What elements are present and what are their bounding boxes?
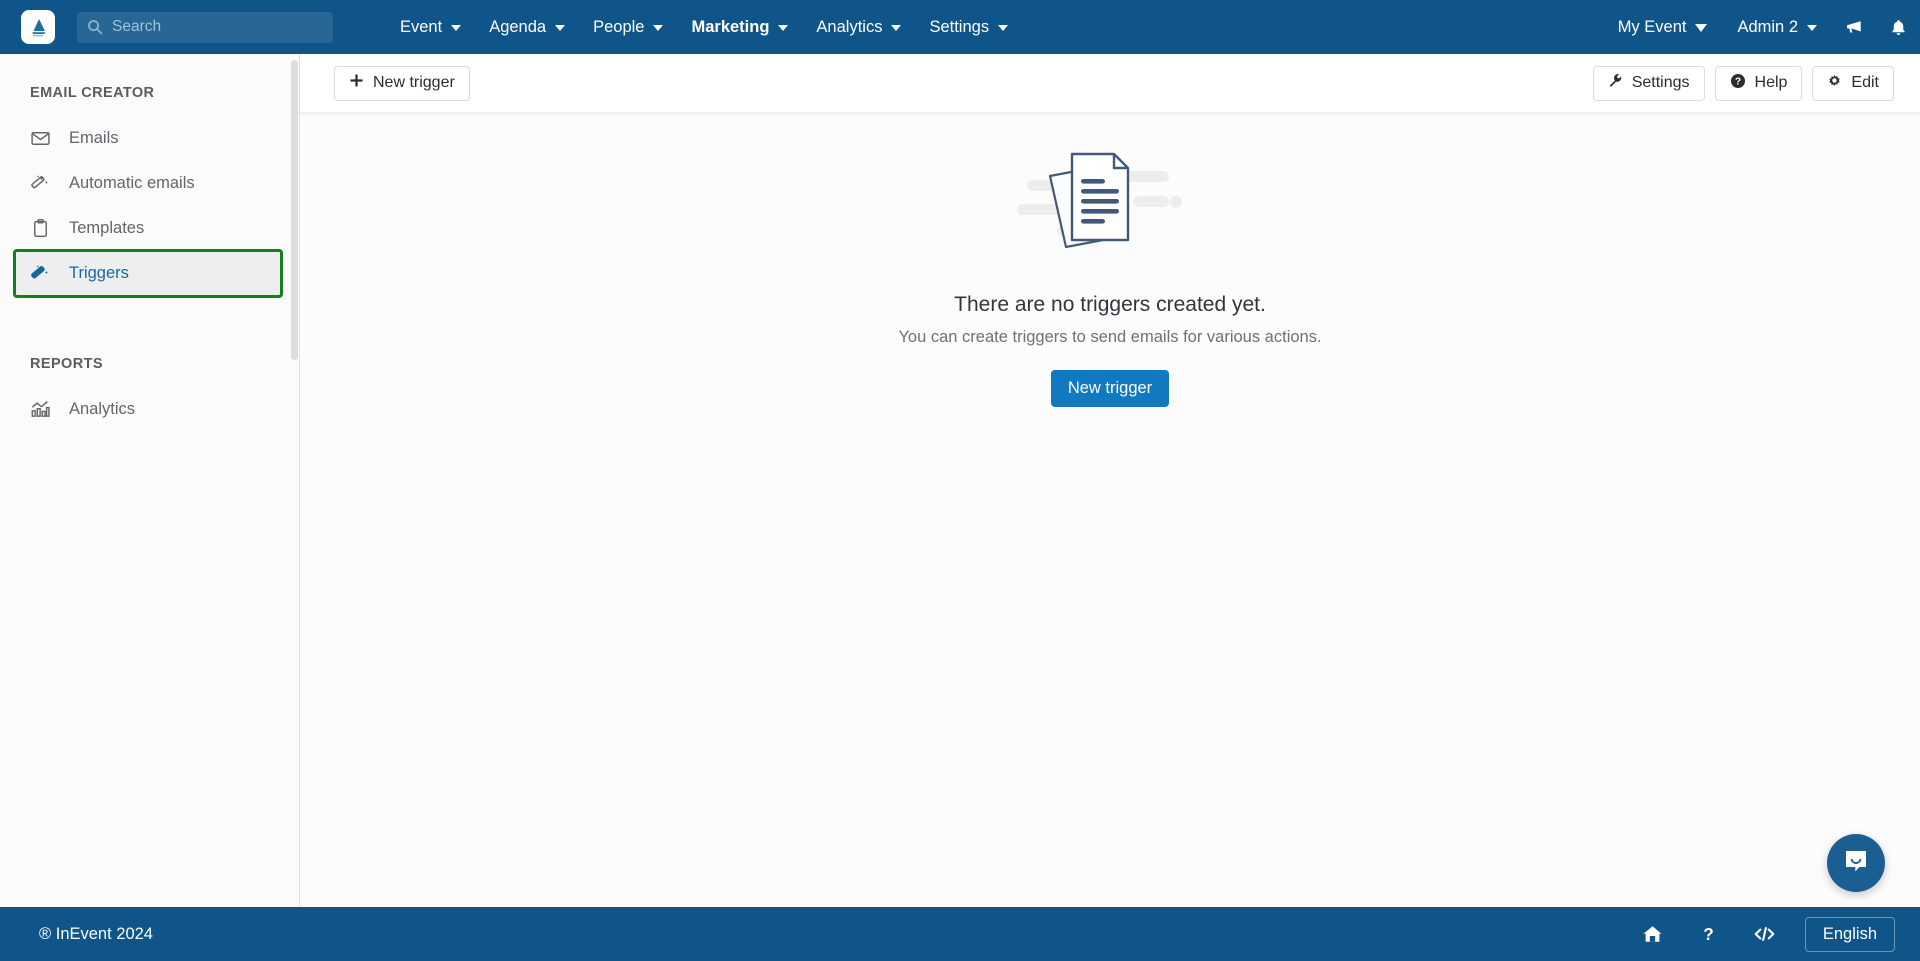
event-selector[interactable]: My Event <box>1603 0 1723 54</box>
bar-chart-icon <box>29 399 51 420</box>
nav-item-event[interactable]: Event <box>386 0 475 54</box>
nav-item-label: Marketing <box>691 17 770 36</box>
chevron-down-icon <box>1807 25 1817 31</box>
chevron-down-icon <box>891 25 902 31</box>
top-navigation-right: My Event Admin 2 <box>1603 0 1920 54</box>
sidebar-item-emails[interactable]: Emails <box>0 116 299 161</box>
sidebar-section-heading: REPORTS <box>30 356 103 372</box>
empty-state-new-trigger-button[interactable]: New trigger <box>1050 370 1170 407</box>
account-menu[interactable]: Admin 2 <box>1722 0 1832 54</box>
nav-item-marketing[interactable]: Marketing <box>677 0 802 54</box>
nav-item-analytics[interactable]: Analytics <box>802 0 915 54</box>
chevron-down-icon <box>451 25 462 31</box>
sidebar-scrollbar[interactable] <box>291 60 298 360</box>
chat-bubble-icon <box>1841 846 1871 881</box>
sidebar-section-email-creator: Emails Automatic emails Templates Trigge… <box>0 116 299 298</box>
top-navigation-bar: Event Agenda People Marketing Analytics … <box>0 0 1920 54</box>
chevron-down-icon <box>778 25 789 31</box>
sidebar-item-label: Triggers <box>69 264 129 282</box>
nav-item-label: Analytics <box>816 17 883 36</box>
svg-text:?: ? <box>1704 924 1715 944</box>
plus-icon <box>349 73 364 93</box>
chevron-down-icon <box>653 25 664 31</box>
empty-state-title: There are no triggers created yet. <box>954 293 1266 316</box>
sidebar-item-label: Analytics <box>69 400 136 418</box>
empty-state-subtitle: You can create triggers to send emails f… <box>898 328 1322 346</box>
nav-item-people[interactable]: People <box>579 0 677 54</box>
chat-launcher-button[interactable] <box>1827 834 1885 892</box>
gear-icon <box>1827 73 1842 93</box>
footer: ® InEvent 2024 ? English <box>0 907 1920 961</box>
chevron-down-icon <box>555 25 566 31</box>
bell-icon[interactable] <box>1876 0 1920 54</box>
question-mark-icon[interactable]: ? <box>1681 907 1737 961</box>
language-selector[interactable]: English <box>1804 916 1895 952</box>
sidebar-item-analytics[interactable]: Analytics <box>0 387 299 432</box>
sidebar-item-label: Automatic emails <box>69 174 195 192</box>
help-button[interactable]: ? Help <box>1714 65 1803 101</box>
toolbar-actions: Settings ? Help Edit <box>1592 65 1894 101</box>
main-content: There are no triggers created yet. You c… <box>300 112 1920 907</box>
nav-item-label: Event <box>400 17 443 36</box>
clipboard-icon <box>29 218 51 239</box>
event-selector-label: My Event <box>1617 17 1687 36</box>
new-trigger-button[interactable]: New trigger <box>334 65 470 101</box>
help-button-label: Help <box>1754 74 1788 91</box>
sidebar-item-automatic-emails[interactable]: Automatic emails <box>0 161 299 206</box>
nav-item-label: People <box>593 17 645 36</box>
content-toolbar: New trigger Settings ? Help Edit <box>300 54 1920 112</box>
nav-item-label: Settings <box>929 17 990 36</box>
account-menu-label: Admin 2 <box>1737 17 1798 36</box>
inevent-logo-icon[interactable] <box>21 10 55 44</box>
wrench-icon <box>1608 73 1623 93</box>
edit-button[interactable]: Edit <box>1812 65 1894 101</box>
main-menu: Event Agenda People Marketing Analytics … <box>386 0 1022 54</box>
magic-wand-icon <box>29 263 51 284</box>
chevron-down-icon <box>1695 24 1708 32</box>
search-input[interactable] <box>112 18 302 36</box>
code-icon[interactable] <box>1737 907 1793 961</box>
sidebar-item-triggers[interactable]: Triggers <box>13 249 283 298</box>
sidebar-item-label: Templates <box>69 219 145 237</box>
settings-button[interactable]: Settings <box>1592 65 1705 101</box>
question-circle-icon: ? <box>1730 73 1746 94</box>
magic-wand-icon <box>29 173 51 194</box>
search-box[interactable] <box>77 11 333 43</box>
new-trigger-button-label: New trigger <box>373 74 455 91</box>
settings-button-label: Settings <box>1631 74 1690 91</box>
sidebar-section-heading: EMAIL CREATOR <box>30 85 155 101</box>
svg-text:?: ? <box>1734 76 1740 87</box>
nav-item-agenda[interactable]: Agenda <box>475 0 579 54</box>
sidebar-item-label: Emails <box>69 129 119 147</box>
empty-state: There are no triggers created yet. You c… <box>300 112 1920 407</box>
search-icon <box>87 19 103 35</box>
nav-item-settings[interactable]: Settings <box>915 0 1022 54</box>
edit-button-label: Edit <box>1851 74 1879 91</box>
chevron-down-icon <box>998 25 1009 31</box>
home-icon[interactable] <box>1625 907 1681 961</box>
sidebar-item-templates[interactable]: Templates <box>0 206 299 251</box>
sidebar: EMAIL CREATOR Emails Automatic emails Te… <box>0 54 300 907</box>
megaphone-icon[interactable] <box>1832 0 1876 54</box>
nav-item-label: Agenda <box>489 17 547 36</box>
footer-actions: ? English <box>1625 907 1895 961</box>
footer-copyright: ® InEvent 2024 <box>39 924 153 943</box>
documents-illustration-icon <box>1015 144 1205 267</box>
envelope-icon <box>29 128 51 149</box>
sidebar-section-reports: Analytics <box>0 387 299 432</box>
